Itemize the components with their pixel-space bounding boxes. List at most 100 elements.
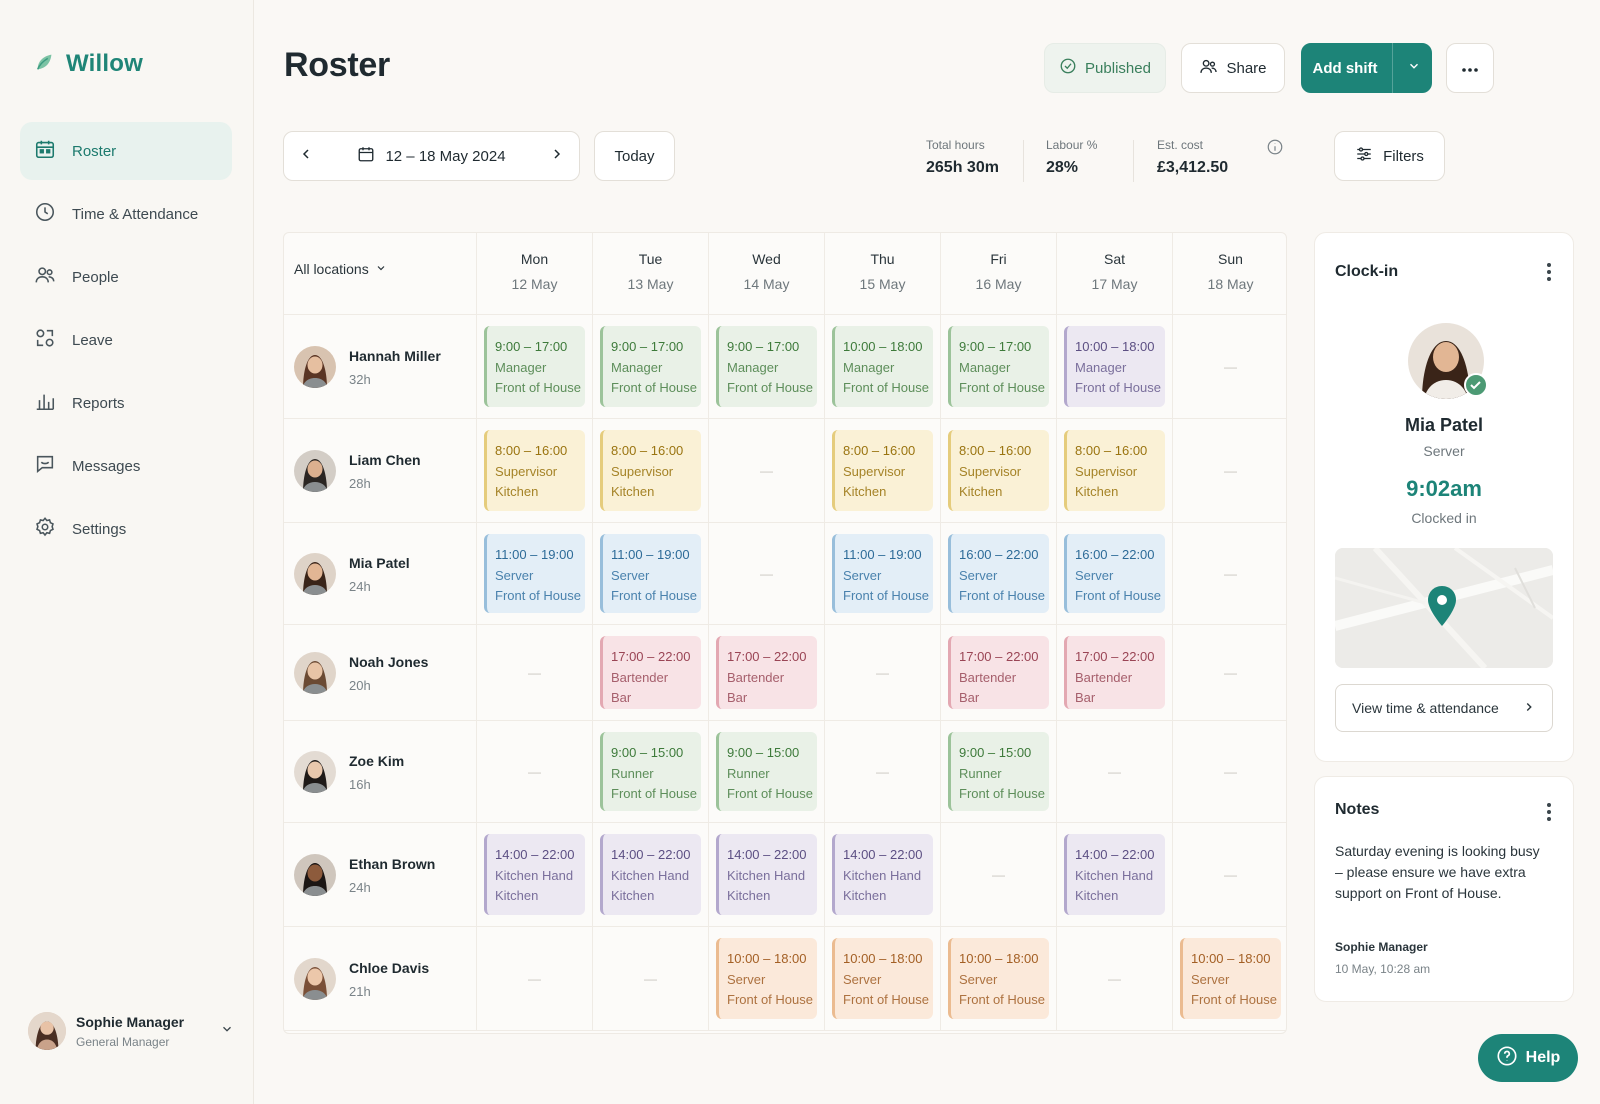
shift-cell[interactable]: 10:00 – 18:00 Server Front of House [824, 927, 940, 1030]
shift-cell[interactable]: 9:00 – 17:00 Manager Front of House [592, 315, 708, 418]
sidebar-item-time-attendance[interactable]: Time & Attendance [20, 185, 232, 243]
shift-card[interactable]: 8:00 – 16:00 Supervisor Kitchen [832, 430, 933, 511]
shift-cell[interactable]: 17:00 – 22:00 Bartender Bar [592, 625, 708, 720]
shift-card[interactable]: 11:00 – 19:00 Server Front of House [832, 534, 933, 613]
shift-cell[interactable]: — [476, 625, 592, 720]
shift-card[interactable]: 16:00 – 22:00 Server Front of House [1064, 534, 1165, 613]
shift-card[interactable]: 9:00 – 17:00 Manager Front of House [948, 326, 1049, 407]
chevron-left-icon[interactable] [298, 146, 314, 166]
shift-cell[interactable]: 10:00 – 18:00 Manager Front of House [824, 315, 940, 418]
shift-card[interactable]: 9:00 – 15:00 Runner Front of House [716, 732, 817, 811]
location-dropdown[interactable]: All locations [294, 261, 387, 277]
sidebar-item-people[interactable]: People [20, 248, 232, 306]
shift-card[interactable]: 14:00 – 22:00 Kitchen Hand Kitchen [832, 834, 933, 915]
shift-card[interactable]: 14:00 – 22:00 Kitchen Hand Kitchen [716, 834, 817, 915]
shift-cell[interactable]: 9:00 – 15:00 Runner Front of House [940, 721, 1056, 822]
shift-cell[interactable]: — [708, 523, 824, 624]
shift-cell[interactable]: 17:00 – 22:00 Bartender Bar [940, 625, 1056, 720]
shift-cell[interactable]: — [1172, 721, 1286, 822]
shift-cell[interactable]: 10:00 – 18:00 Server Front of House [940, 927, 1056, 1030]
shift-card[interactable]: 9:00 – 17:00 Manager Front of House [716, 326, 817, 407]
shift-card[interactable]: 10:00 – 18:00 Server Front of House [948, 938, 1049, 1019]
shift-card[interactable]: 17:00 – 22:00 Bartender Bar [948, 636, 1049, 709]
shift-cell[interactable]: 16:00 – 22:00 Server Front of House [940, 523, 1056, 624]
shift-card[interactable]: 14:00 – 22:00 Kitchen Hand Kitchen [600, 834, 701, 915]
chevron-down-icon[interactable] [220, 1022, 234, 1041]
shift-card[interactable]: 17:00 – 22:00 Bartender Bar [1064, 636, 1165, 709]
shift-cell[interactable]: — [824, 625, 940, 720]
filters-button[interactable]: Filters [1334, 131, 1445, 181]
shift-cell[interactable]: 9:00 – 17:00 Manager Front of House [940, 315, 1056, 418]
shift-card[interactable]: 14:00 – 22:00 Kitchen Hand Kitchen [484, 834, 585, 915]
shift-card[interactable]: 9:00 – 15:00 Runner Front of House [948, 732, 1049, 811]
shift-cell[interactable]: — [824, 721, 940, 822]
shift-cell[interactable]: — [940, 823, 1056, 926]
shift-cell[interactable]: 16:00 – 22:00 Server Front of House [1056, 523, 1172, 624]
shift-card[interactable]: 10:00 – 18:00 Server Front of House [832, 938, 933, 1019]
today-button[interactable]: Today [594, 131, 675, 181]
employee-cell[interactable]: Mia Patel 24h [294, 553, 410, 595]
shift-cell[interactable]: 11:00 – 19:00 Server Front of House [824, 523, 940, 624]
shift-card[interactable]: 10:00 – 18:00 Manager Front of House [1064, 326, 1165, 407]
shift-cell[interactable]: — [708, 419, 824, 522]
shift-cell[interactable]: 14:00 – 22:00 Kitchen Hand Kitchen [708, 823, 824, 926]
kebab-menu-icon[interactable] [1547, 803, 1551, 824]
shift-cell[interactable]: 11:00 – 19:00 Server Front of House [592, 523, 708, 624]
sidebar-item-leave[interactable]: Leave [20, 311, 232, 369]
more-options-button[interactable] [1446, 43, 1494, 93]
info-icon[interactable] [1266, 138, 1284, 161]
view-time-attendance-button[interactable]: View time & attendance [1335, 684, 1553, 732]
shift-card[interactable]: 10:00 – 18:00 Server Front of House [1180, 938, 1281, 1019]
shift-card[interactable]: 17:00 – 22:00 Bartender Bar [716, 636, 817, 709]
shift-cell[interactable]: — [1172, 419, 1286, 522]
shift-cell[interactable]: 9:00 – 15:00 Runner Front of House [592, 721, 708, 822]
shift-cell[interactable]: 8:00 – 16:00 Supervisor Kitchen [940, 419, 1056, 522]
chevron-right-icon[interactable] [549, 146, 565, 166]
shift-card[interactable]: 8:00 – 16:00 Supervisor Kitchen [1064, 430, 1165, 511]
shift-card[interactable]: 11:00 – 19:00 Server Front of House [484, 534, 585, 613]
shift-cell[interactable]: — [1172, 315, 1286, 418]
shift-card[interactable]: 9:00 – 15:00 Runner Front of House [600, 732, 701, 811]
location-map[interactable] [1335, 548, 1553, 668]
shift-cell[interactable]: 11:00 – 19:00 Server Front of House [476, 523, 592, 624]
sidebar-item-settings[interactable]: Settings [20, 500, 232, 558]
current-user[interactable]: Sophie Manager General Manager [28, 1012, 234, 1050]
shift-cell[interactable]: 10:00 – 18:00 Manager Front of House [1056, 315, 1172, 418]
shift-cell[interactable]: — [592, 927, 708, 1030]
shift-card[interactable]: 17:00 – 22:00 Bartender Bar [600, 636, 701, 709]
employee-cell[interactable]: Liam Chen 28h [294, 450, 421, 492]
shift-cell[interactable]: 17:00 – 22:00 Bartender Bar [708, 625, 824, 720]
shift-cell[interactable]: 10:00 – 18:00 Server Front of House [708, 927, 824, 1030]
shift-card[interactable]: 10:00 – 18:00 Server Front of House [716, 938, 817, 1019]
shift-cell[interactable]: — [1056, 927, 1172, 1030]
shift-cell[interactable]: 8:00 – 16:00 Supervisor Kitchen [1056, 419, 1172, 522]
shift-cell[interactable]: 17:00 – 22:00 Bartender Bar [1056, 625, 1172, 720]
shift-cell[interactable]: — [1172, 625, 1286, 720]
shift-cell[interactable]: 9:00 – 17:00 Manager Front of House [476, 315, 592, 418]
sidebar-item-roster[interactable]: Roster [20, 122, 232, 180]
sidebar-item-messages[interactable]: Messages [20, 437, 232, 495]
chevron-down-icon[interactable] [1407, 59, 1421, 77]
shift-card[interactable]: 8:00 – 16:00 Supervisor Kitchen [484, 430, 585, 511]
shift-card[interactable]: 16:00 – 22:00 Server Front of House [948, 534, 1049, 613]
shift-cell[interactable]: 14:00 – 22:00 Kitchen Hand Kitchen [824, 823, 940, 926]
published-button[interactable]: Published [1044, 43, 1166, 93]
shift-cell[interactable]: 14:00 – 22:00 Kitchen Hand Kitchen [1056, 823, 1172, 926]
shift-cell[interactable]: 8:00 – 16:00 Supervisor Kitchen [476, 419, 592, 522]
sidebar-item-reports[interactable]: Reports [20, 374, 232, 432]
shift-card[interactable]: 8:00 – 16:00 Supervisor Kitchen [948, 430, 1049, 511]
app-logo[interactable]: Willow [34, 50, 143, 78]
employee-cell[interactable]: Chloe Davis 21h [294, 958, 429, 1000]
shift-card[interactable]: 8:00 – 16:00 Supervisor Kitchen [600, 430, 701, 511]
shift-cell[interactable]: — [476, 927, 592, 1030]
shift-cell[interactable]: — [476, 721, 592, 822]
shift-cell[interactable]: 14:00 – 22:00 Kitchen Hand Kitchen [476, 823, 592, 926]
shift-cell[interactable]: — [1172, 823, 1286, 926]
shift-cell[interactable]: 10:00 – 18:00 Server Front of House [1172, 927, 1286, 1030]
add-shift-button[interactable]: Add shift [1301, 43, 1432, 93]
shift-card[interactable]: 11:00 – 19:00 Server Front of House [600, 534, 701, 613]
shift-card[interactable]: 14:00 – 22:00 Kitchen Hand Kitchen [1064, 834, 1165, 915]
shift-card[interactable]: 9:00 – 17:00 Manager Front of House [600, 326, 701, 407]
employee-cell[interactable]: Ethan Brown 24h [294, 854, 435, 896]
employee-cell[interactable]: Hannah Miller 32h [294, 346, 441, 388]
